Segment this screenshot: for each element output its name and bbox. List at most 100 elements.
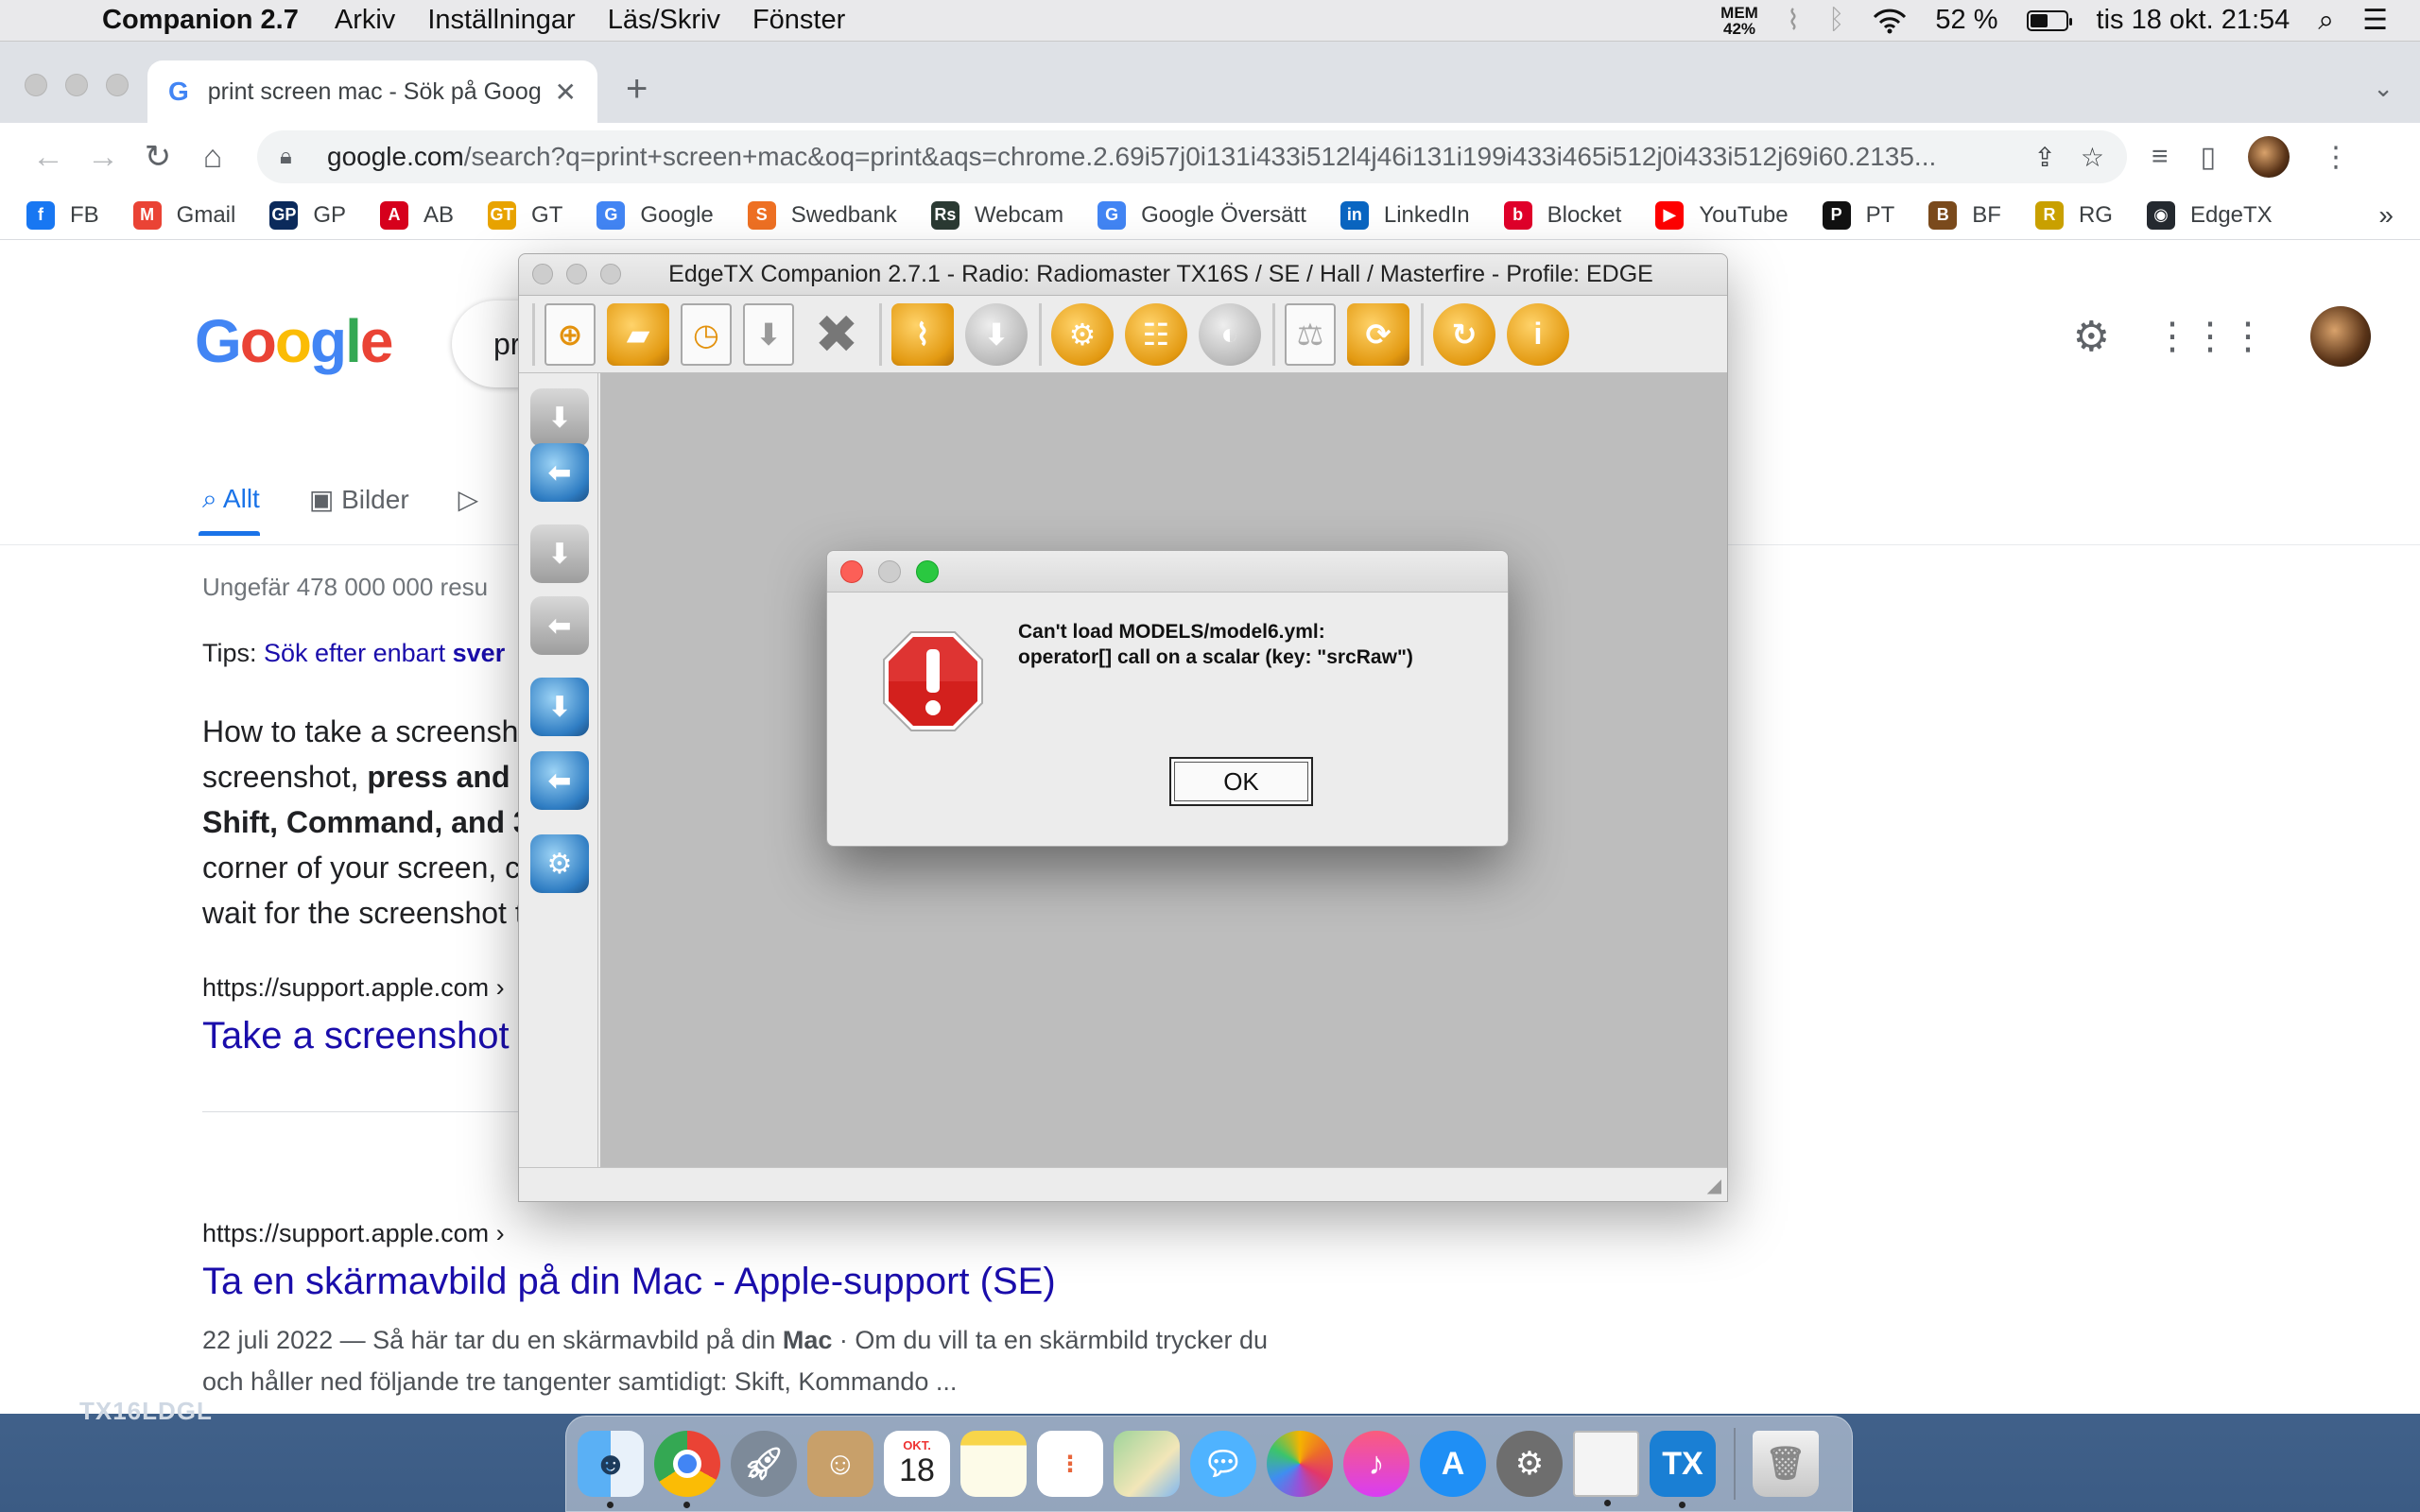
logs-folder-icon[interactable]: ⌇ [891,302,954,366]
bookmark-fb[interactable]: f FB [26,200,99,230]
write-models-to-radio-icon[interactable]: ⬅ [530,443,589,502]
new-tab-button[interactable]: + [626,68,648,111]
bookmark-blocket[interactable]: b Blocket [1503,200,1621,230]
side-panel-icon[interactable]: ▯ [2201,141,2217,174]
result-link[interactable]: Take a screenshot [202,1015,510,1057]
about-info-icon[interactable]: i [1507,302,1569,366]
settings-gear-icon[interactable]: ⚙ [2073,313,2110,361]
bookmark-rg[interactable]: R RG [2034,200,2113,230]
backup-radio-icon[interactable]: ⬇ [530,678,589,736]
bookmarks-overflow-button[interactable]: » [2378,200,2394,231]
menubar-clock[interactable]: tis 18 okt. 21:54 [2097,5,2290,36]
zoom-window-button[interactable] [600,264,621,284]
airdrop-icon[interactable]: ⌇ [1787,4,1800,37]
download-icon[interactable]: ⬇ [965,302,1028,366]
result-source[interactable]: https://support.apple.com › [202,973,505,1003]
music-icon[interactable]: ♪ [1343,1431,1409,1497]
dialog-close-button[interactable] [840,560,863,583]
profile-avatar[interactable] [2248,136,2290,178]
reminders-icon[interactable]: ⋮ [1037,1431,1103,1497]
launchpad-icon[interactable]: 🚀︎ [731,1431,797,1497]
preview-document-icon[interactable] [1573,1431,1639,1506]
close-tab-icon[interactable]: ✕ [555,77,577,108]
tab-search-chevron-icon[interactable]: ⌄ [2373,74,2394,103]
calendar-icon[interactable]: OKT. 18 [884,1431,950,1497]
companion-titlebar[interactable]: EdgeTX Companion 2.7.1 - Radio: Radiomas… [519,254,1727,296]
open-folder-icon[interactable]: ▰ [607,302,669,366]
media-control-icon[interactable]: ≡ [2152,141,2169,173]
sd-sync-icon[interactable]: ⟳ [1347,302,1409,366]
bookmark-edgetx[interactable]: ◉ EdgeTX [2146,200,2273,230]
radio-settings-icon[interactable]: ⚙ [530,834,589,893]
new-file-icon[interactable]: ⊕ [544,302,596,366]
bookmark-linkedin[interactable]: in LinkedIn [1340,200,1470,230]
chrome-menu-icon[interactable]: ⋮ [2322,141,2350,174]
google-logo[interactable]: Google [195,306,393,376]
system-preferences-icon[interactable]: ⚙ [1496,1431,1563,1497]
trash-icon[interactable]: 🗑︎ [1753,1431,1819,1497]
dialog-minimize-button[interactable] [878,560,901,583]
spotlight-search-icon[interactable]: ⌕ [2318,5,2334,37]
close-window-button[interactable] [532,264,553,284]
read-models-from-radio-icon[interactable]: ⬇ [530,388,589,447]
contacts-icon[interactable]: ☺ [807,1431,873,1497]
bookmark-gt[interactable]: GT GT [488,200,562,230]
minimize-window-button[interactable] [566,264,587,284]
save-file-icon[interactable]: ⬇ [743,302,794,366]
toolbar-handle[interactable] [532,302,535,366]
maps-icon[interactable] [1114,1431,1180,1497]
menu-arkiv[interactable]: Arkiv [335,5,395,36]
zoom-window-button[interactable] [106,74,129,96]
battery-icon[interactable] [2026,9,2072,31]
recent-files-icon[interactable]: ◷ [681,302,732,366]
lock-icon[interactable]: 🔒︎ [280,144,308,170]
app-menu[interactable]: Companion 2.7 [102,5,299,36]
photos-icon[interactable] [1267,1431,1333,1497]
bookmark-gmail[interactable]: M Gmail [132,200,235,230]
home-button[interactable]: ⌂ [185,139,240,176]
menu-installningar[interactable]: Inställningar [427,5,575,36]
close-file-icon[interactable]: ✖ [805,303,868,366]
google-account-avatar[interactable] [2310,306,2371,367]
forward-button[interactable]: → [76,139,130,176]
messages-icon[interactable]: 💬︎ [1190,1431,1256,1497]
bookmark-google-vers-tt[interactable]: G Google Översätt [1098,200,1306,230]
notes-icon[interactable] [960,1431,1027,1497]
bookmark-ab[interactable]: A AB [380,200,454,230]
apps-grid-icon[interactable]: ⋮⋮⋮ [2153,315,2267,358]
bluetooth-icon[interactable]: ᛒ [1828,5,1844,36]
bookmark-google[interactable]: G Google [596,200,714,230]
restore-radio-icon[interactable]: ⬅ [530,751,589,810]
check-updates-icon[interactable]: ↻ [1433,302,1495,366]
back-button[interactable]: ← [21,139,76,176]
menu-fonster[interactable]: Fönster [752,5,845,36]
share-icon[interactable]: ⇪ [2033,142,2055,173]
app-store-icon[interactable]: A [1420,1431,1486,1497]
theme-icon[interactable]: ◐ [1199,302,1261,366]
bookmark-star-icon[interactable]: ☆ [2081,142,2104,173]
edgetx-companion-icon[interactable]: TX [1650,1431,1716,1508]
close-window-button[interactable] [25,74,47,96]
ok-button[interactable]: OK [1169,757,1313,806]
result-link[interactable]: Ta en skärmavbild på din Mac - Apple-sup… [202,1261,1056,1303]
reload-button[interactable]: ↻ [130,138,185,176]
finder-icon[interactable]: ☻ [578,1431,644,1508]
memory-status[interactable]: MEM 42% [1720,5,1758,37]
tab-videos[interactable]: ▷ [458,484,479,515]
control-center-icon[interactable]: ☰ [2362,4,2388,37]
profiles-icon[interactable]: ☷ [1125,302,1187,366]
resize-grip-icon[interactable]: ◢ [1707,1174,1721,1197]
write-firmware-icon[interactable]: ⬅ [530,596,589,655]
desktop-item-label[interactable]: TX16LDGL [79,1397,213,1426]
tab-images[interactable]: ▣ Bilder [309,484,409,515]
bookmark-swedbank[interactable]: S Swedbank [747,200,897,230]
wifi-icon[interactable] [1873,8,1907,34]
address-bar[interactable]: 🔒︎ google.com/search?q=print+screen+mac&… [257,130,2127,183]
minimize-window-button[interactable] [65,74,88,96]
dialog-titlebar[interactable] [827,551,1508,593]
dialog-zoom-button[interactable] [916,560,939,583]
read-firmware-icon[interactable]: ⬇ [530,524,589,583]
bookmark-gp[interactable]: GP GP [269,200,346,230]
tab-all[interactable]: ⌕ Allt [199,484,260,536]
browser-tab[interactable]: G print screen mac - Sök på Goog ✕ [147,60,597,123]
